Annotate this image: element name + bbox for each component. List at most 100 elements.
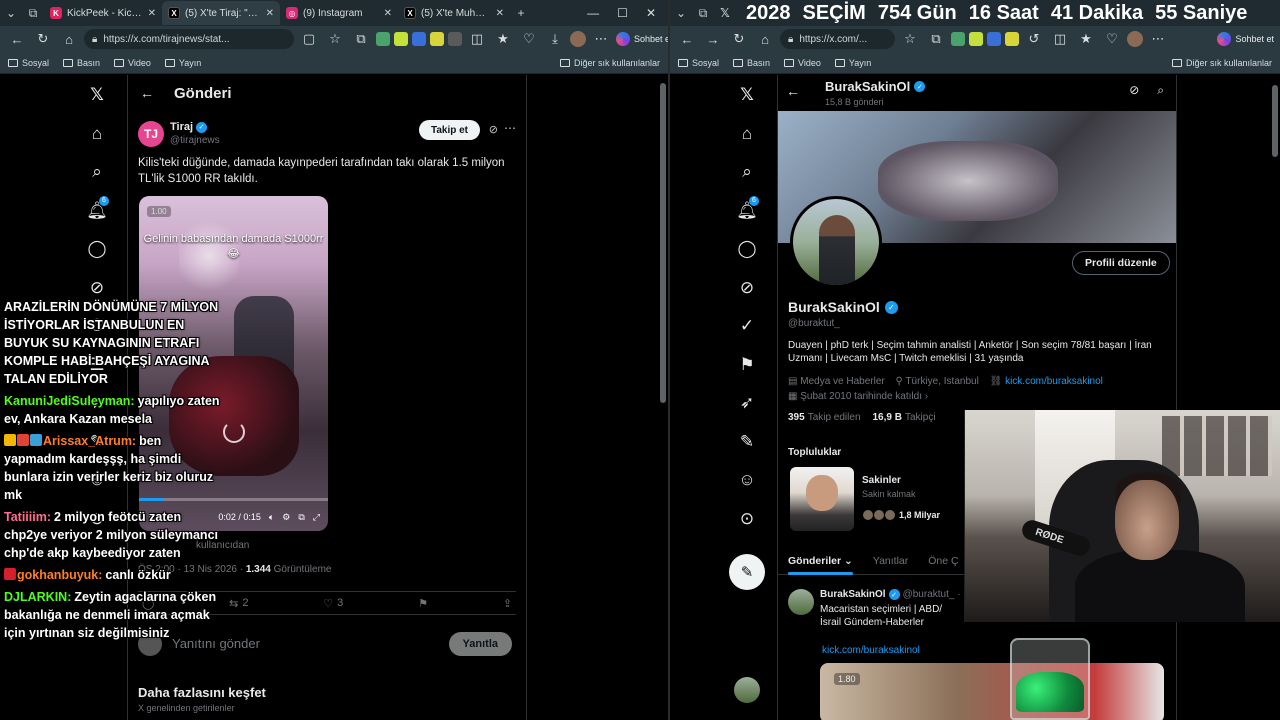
- bookmark-folder[interactable]: Basın: [733, 58, 770, 68]
- profile-avatar[interactable]: [1127, 31, 1143, 47]
- translate-icon[interactable]: [987, 32, 1001, 46]
- tab-kickpeek[interactable]: K KickPeek - Kick.com iç ✕: [44, 1, 162, 25]
- downloads-icon[interactable]: ⤓: [544, 28, 566, 50]
- bookmark-folder[interactable]: Sosyal: [678, 58, 719, 68]
- close-icon[interactable]: ✕: [148, 8, 156, 19]
- profile-link[interactable]: kick.com/buraksakinol: [1005, 376, 1103, 387]
- tab-search-icon[interactable]: ⌄: [0, 2, 22, 24]
- more-icon[interactable]: ⋯: [590, 28, 612, 50]
- close-window-icon[interactable]: ✕: [646, 6, 656, 20]
- home-icon[interactable]: ⌂: [727, 115, 767, 154]
- grok-icon[interactable]: ⊘: [489, 123, 498, 136]
- extension-icon[interactable]: [969, 32, 983, 46]
- reload-icon[interactable]: ↻: [728, 28, 750, 50]
- maximize-icon[interactable]: ☐: [617, 6, 628, 20]
- close-icon[interactable]: ✕: [496, 8, 504, 19]
- tab-highlights[interactable]: Öne Ç: [918, 547, 968, 575]
- repost-action[interactable]: ⇆ 2: [229, 597, 248, 610]
- edit-profile-button[interactable]: Profili düzenle: [1072, 251, 1170, 275]
- x-logo-icon[interactable]: 𝕏: [727, 76, 767, 115]
- url-field[interactable]: 🔒︎ https://x.com/...: [780, 29, 895, 49]
- x-icon[interactable]: 𝕏: [714, 2, 736, 24]
- settings-icon[interactable]: ⚙: [282, 512, 290, 523]
- avatar[interactable]: [788, 589, 814, 615]
- x-logo-icon[interactable]: 𝕏: [77, 76, 117, 115]
- close-icon[interactable]: ✕: [384, 8, 392, 19]
- avatar[interactable]: TJ: [138, 121, 164, 147]
- bookmark-action[interactable]: ⚑: [418, 597, 428, 610]
- copilot-chat-button[interactable]: Sohbet et: [616, 32, 668, 46]
- profile-avatar[interactable]: [570, 31, 586, 47]
- extension-icon[interactable]: [376, 32, 390, 46]
- tab-x-tiraj[interactable]: X (5) X'te Tiraj: "Kilis ✕: [162, 1, 280, 25]
- community-card[interactable]: Sakinler Sakin kalmak 1,8 Milyar: [788, 465, 968, 531]
- translate-icon[interactable]: [412, 32, 426, 46]
- profile-avatar[interactable]: [790, 196, 882, 288]
- scrollbar[interactable]: [1272, 85, 1278, 157]
- pip-icon[interactable]: ⧉: [298, 512, 304, 523]
- extensions-icon[interactable]: ⧉: [350, 28, 372, 50]
- search-icon[interactable]: ⌕: [727, 153, 767, 192]
- favorite-icon[interactable]: ☆: [899, 28, 921, 50]
- favorites-bar-icon[interactable]: ★: [492, 28, 514, 50]
- favorites-bar-icon[interactable]: ★: [1075, 28, 1097, 50]
- tab-replies[interactable]: Yanıtlar: [863, 547, 918, 575]
- other-favorites[interactable]: Diğer sık kullanılanlar: [1171, 58, 1272, 68]
- tab-posts[interactable]: Gönderiler ⌄: [778, 547, 863, 575]
- split-screen-icon[interactable]: ◫: [1049, 28, 1071, 50]
- more-options-icon[interactable]: ⋯: [504, 121, 516, 135]
- verified-orgs-icon[interactable]: ✓: [727, 307, 767, 346]
- followers-link[interactable]: 16,9 B Takipçi: [873, 412, 936, 423]
- extension-icon[interactable]: [394, 32, 408, 46]
- reader-icon[interactable]: ▢: [298, 28, 320, 50]
- tab-x-muhbir[interactable]: X (5) X'te Muhbir: "A ✕: [398, 1, 510, 25]
- share-action[interactable]: ⇪: [503, 597, 512, 610]
- follow-button[interactable]: Takip et: [418, 120, 480, 140]
- bookmark-folder[interactable]: Sosyal: [8, 58, 49, 68]
- forward-icon[interactable]: →: [702, 28, 724, 50]
- collections-icon[interactable]: ♡: [518, 28, 540, 50]
- notifications-icon[interactable]: 🔔︎ 6: [77, 192, 117, 231]
- fullscreen-icon[interactable]: ⤢: [313, 512, 320, 523]
- collections-icon[interactable]: ♡: [1101, 28, 1123, 50]
- rocket-icon[interactable]: ➶: [727, 384, 767, 423]
- extensions-icon[interactable]: ⧉: [925, 28, 947, 50]
- playback-speed[interactable]: 1.00: [147, 206, 171, 217]
- articles-icon[interactable]: ✎: [727, 423, 767, 462]
- back-arrow-icon[interactable]: ←: [786, 83, 800, 99]
- workspaces-icon[interactable]: ⧉: [692, 2, 714, 24]
- url-field[interactable]: 🔒︎ https://x.com/tirajnews/stat...: [84, 29, 294, 49]
- workspaces-icon[interactable]: ⧉: [22, 2, 44, 24]
- extension-icon[interactable]: [1005, 32, 1019, 46]
- more-circle-icon[interactable]: ⊙: [727, 500, 767, 539]
- extension-icon[interactable]: [951, 32, 965, 46]
- new-tab-button[interactable]: +: [510, 2, 532, 24]
- volume-icon[interactable]: 🔈︎: [269, 512, 274, 523]
- back-icon[interactable]: ←: [676, 28, 698, 50]
- split-screen-icon[interactable]: ◫: [466, 28, 488, 50]
- back-arrow-icon[interactable]: ←: [140, 85, 154, 101]
- home-icon[interactable]: ⌂: [77, 115, 117, 154]
- author-handle[interactable]: @tirajnews: [170, 135, 220, 146]
- like-action[interactable]: ♡ 3: [323, 597, 343, 610]
- grok-icon[interactable]: ⊘: [727, 269, 767, 308]
- messages-icon[interactable]: ◯: [727, 230, 767, 269]
- back-icon[interactable]: ←: [6, 28, 28, 50]
- grok-icon[interactable]: ⊘: [1129, 83, 1139, 98]
- search-icon[interactable]: ⌕: [1157, 83, 1164, 98]
- profile-icon[interactable]: ☺: [727, 461, 767, 500]
- reload-icon[interactable]: ↻: [32, 28, 54, 50]
- home-icon[interactable]: ⌂: [754, 28, 776, 50]
- refresh-extension-icon[interactable]: ↺: [1023, 28, 1045, 50]
- extension-icon[interactable]: [430, 32, 444, 46]
- following-link[interactable]: 395 Takip edilen: [788, 412, 861, 423]
- post-link[interactable]: kick.com/buraksakinol: [822, 645, 920, 656]
- chevron-right-icon[interactable]: ›: [925, 391, 928, 402]
- scrollbar[interactable]: [660, 83, 666, 403]
- bookmark-folder[interactable]: Video: [114, 58, 151, 68]
- favorite-icon[interactable]: ☆: [324, 28, 346, 50]
- bookmark-folder[interactable]: Video: [784, 58, 821, 68]
- close-icon[interactable]: ✕: [266, 8, 274, 19]
- bookmark-folder[interactable]: Yayın: [164, 58, 201, 68]
- bookmark-folder[interactable]: Basın: [63, 58, 100, 68]
